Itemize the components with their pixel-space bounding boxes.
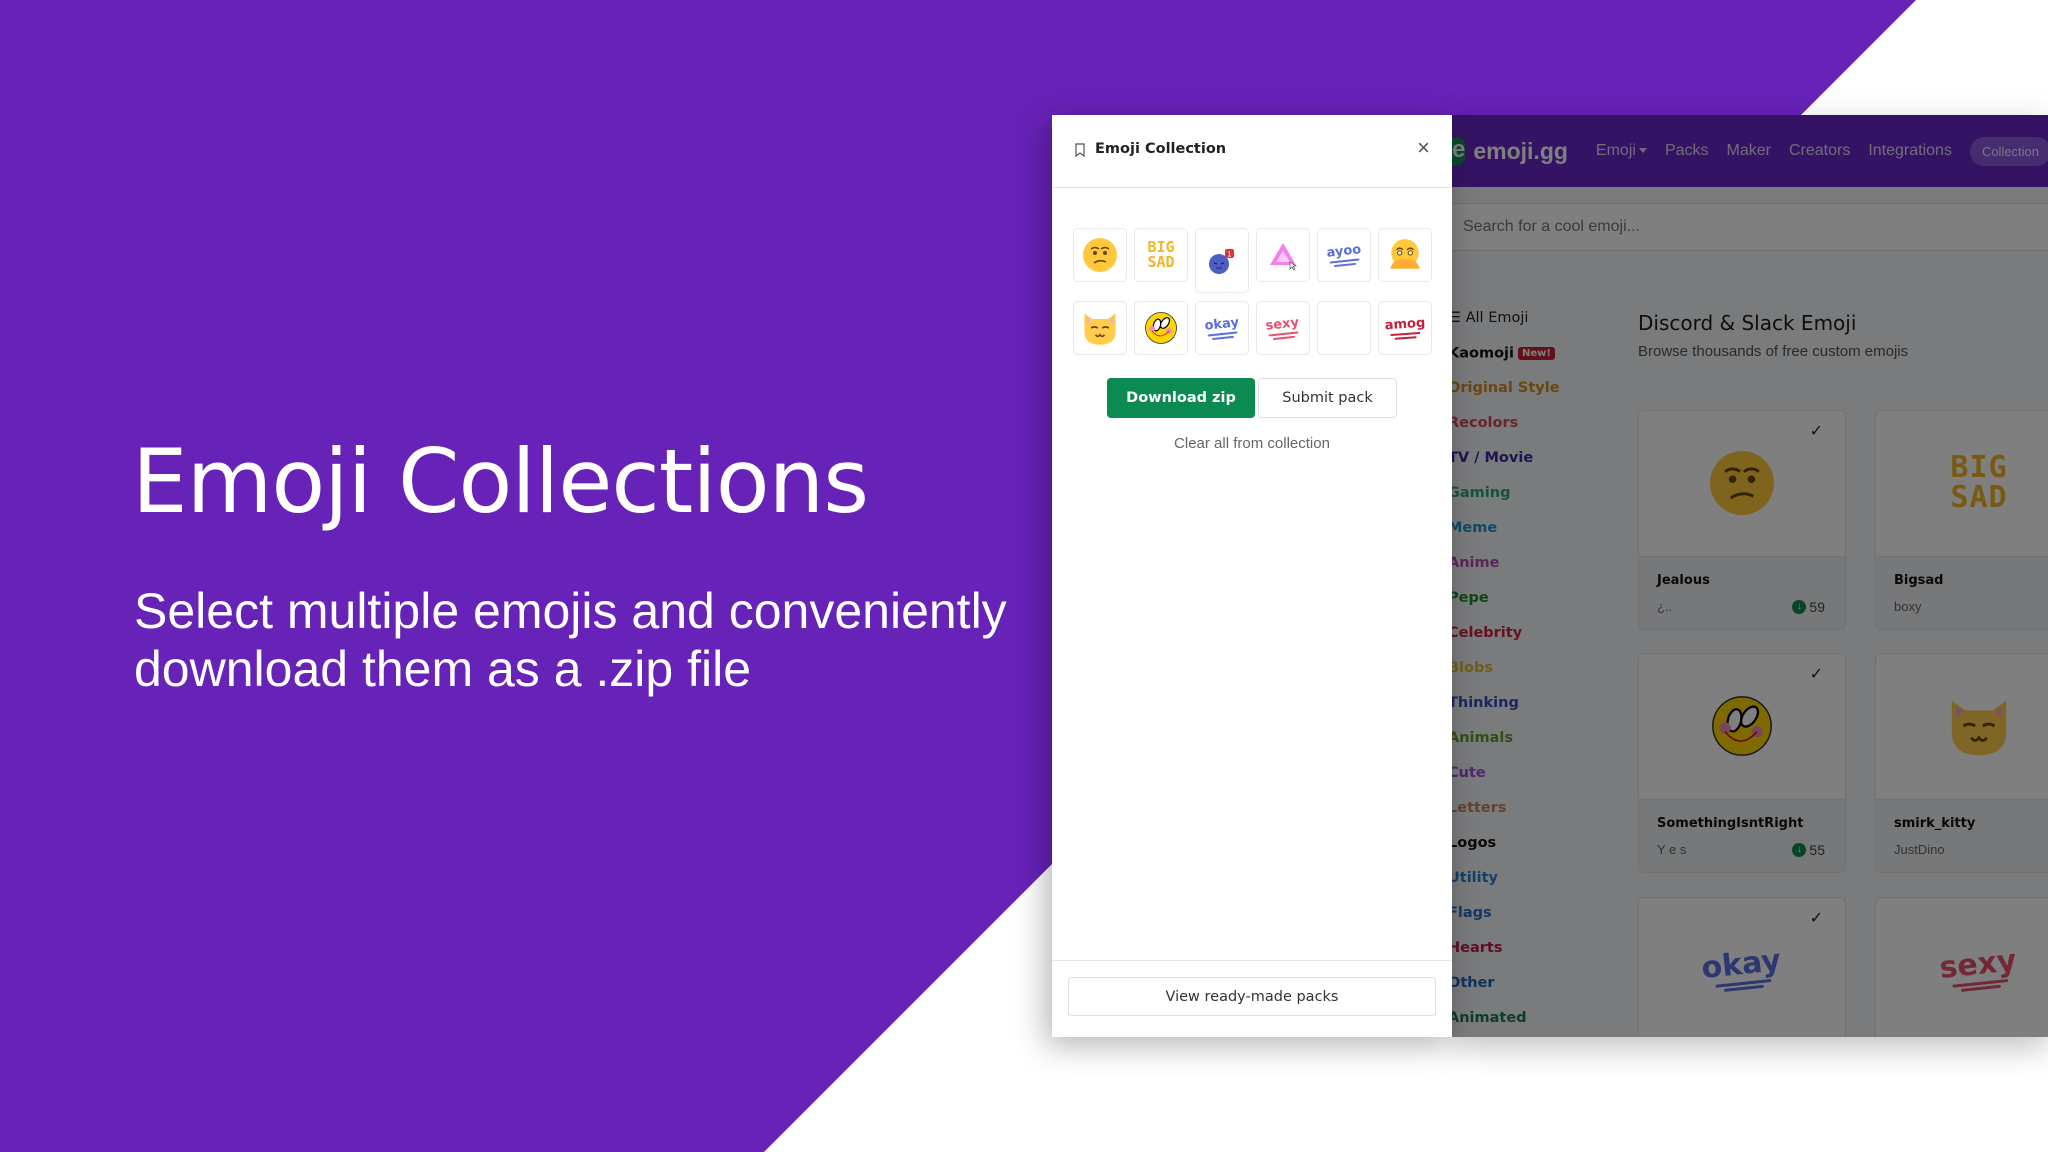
sexy-text: sexy	[1265, 314, 1300, 334]
collection-item[interactable]	[1134, 301, 1188, 355]
hero-title: Emoji Collections	[132, 430, 869, 533]
collection-item[interactable]	[1073, 301, 1127, 355]
hand-over-mouth-icon	[1390, 239, 1420, 269]
collection-item[interactable]: okay	[1195, 301, 1249, 355]
submit-pack-button[interactable]: Submit pack	[1258, 378, 1397, 418]
collection-item[interactable]: ayoo	[1317, 228, 1371, 282]
collection-item[interactable]	[1378, 228, 1432, 282]
download-zip-button[interactable]: Download zip	[1107, 378, 1255, 418]
modal-backdrop[interactable]	[1452, 115, 2048, 1037]
sexy-text-icon: sexy	[1265, 314, 1300, 340]
angry-ping-icon: 1	[1209, 248, 1234, 274]
ayoo-text: ayoo	[1325, 241, 1362, 261]
collection-item[interactable]	[1073, 228, 1127, 282]
amog-text: amog	[1383, 315, 1426, 333]
ayoo-text-icon: ayoo	[1325, 241, 1363, 268]
clear-collection-link[interactable]: Clear all from collection	[1052, 435, 1452, 452]
view-packs-button[interactable]: View ready-made packs	[1068, 977, 1436, 1016]
close-icon[interactable]: ×	[1417, 137, 1430, 159]
panel-title: Emoji Collection	[1095, 141, 1227, 157]
collection-item[interactable]: amog	[1378, 301, 1432, 355]
svg-text:1: 1	[1227, 250, 1231, 258]
emoji-collection-panel: Emoji Collection × BIG SAD 1 ayoo okay s…	[1052, 115, 1452, 1037]
big-sad-text-icon: BIGSAD	[1147, 238, 1175, 271]
wonky-face-icon	[1145, 312, 1177, 344]
collection-item[interactable]: BIG SAD	[1134, 228, 1188, 282]
collection-item[interactable]: 1	[1195, 228, 1249, 293]
amog-text-icon: amog	[1383, 315, 1426, 340]
emoji-site-background: e emoji.gg Emoji Packs Maker Creators In…	[1452, 115, 2048, 1037]
bookmark-icon	[1075, 143, 1085, 157]
jealous-face-icon	[1083, 238, 1117, 272]
collection-actions: Download zip Submit pack	[1107, 378, 1397, 418]
collection-item-empty[interactable]	[1317, 301, 1371, 355]
okay-text-icon: okay	[1203, 314, 1240, 340]
collection-item[interactable]: sexy	[1256, 301, 1310, 355]
smirk-cat-icon	[1084, 313, 1116, 345]
panel-header: Emoji Collection ×	[1052, 115, 1452, 188]
collection-item[interactable]	[1256, 228, 1310, 282]
okay-text: okay	[1203, 314, 1240, 334]
panel-footer: View ready-made packs	[1052, 960, 1452, 1037]
hero-subtitle: Select multiple emojis and conveniently …	[134, 583, 1007, 697]
pink-triangle-icon	[1270, 243, 1297, 271]
